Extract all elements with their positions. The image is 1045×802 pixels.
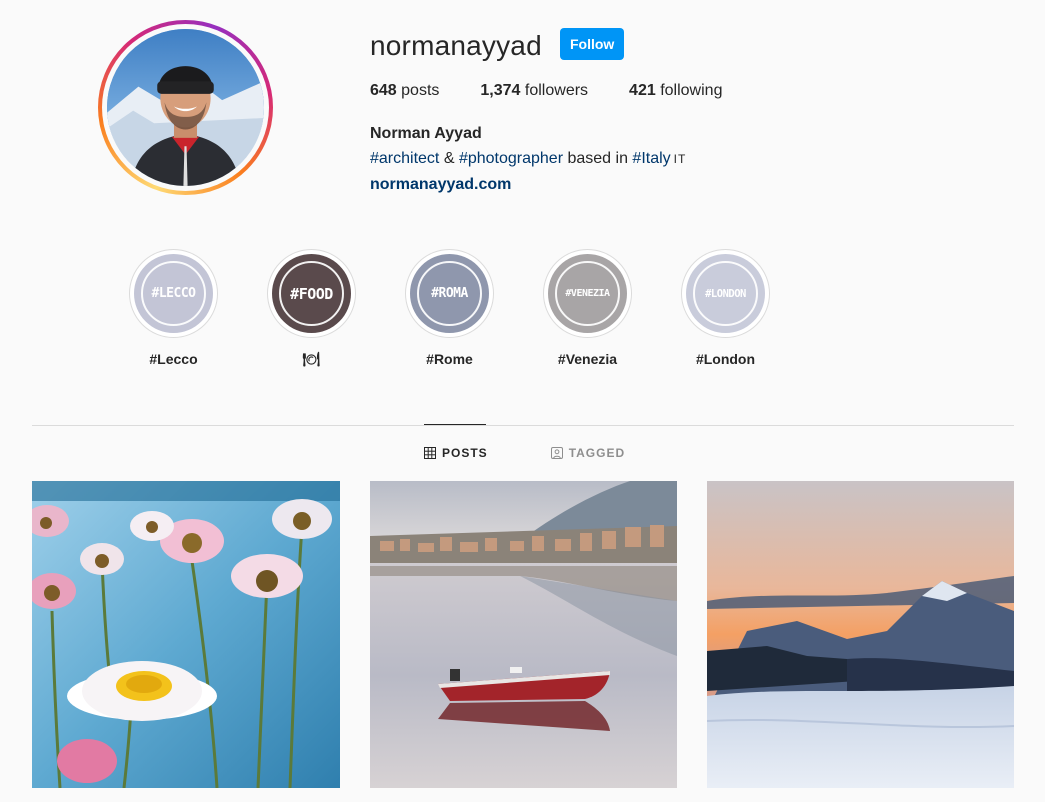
highlight-cover: #ROMA — [410, 254, 489, 333]
highlight-label-plate-icon: 🍽 — [302, 351, 321, 367]
highlight-venezia[interactable]: #VENEZIA #Venezia — [542, 249, 633, 368]
post-thumbnail-1[interactable] — [32, 481, 340, 788]
profile-stats: 648 posts 1,374 followers 421 following — [370, 82, 763, 100]
profile-username: normanayyad — [370, 30, 542, 61]
profile-bio: #architect & #photographer based in #Ita… — [370, 150, 686, 168]
followers-count[interactable]: 1,374 followers — [480, 82, 588, 100]
highlight-london[interactable]: #LONDON #London — [680, 249, 771, 368]
italy-flag-icon: IT — [673, 152, 687, 166]
highlight-cover-text: #FOOD — [279, 261, 344, 326]
highlight-label: #Venezia — [557, 351, 618, 367]
highlight-label: #Lecco — [149, 351, 198, 367]
tab-tagged[interactable]: TAGGED — [550, 446, 626, 460]
daisies-by-lake-photo — [32, 481, 340, 788]
posts-count-label: posts — [401, 82, 440, 99]
highlight-ring: #FOOD — [267, 249, 356, 338]
bio-hashtag-italy[interactable]: #Italy — [632, 150, 670, 167]
following-count-value: 421 — [629, 82, 656, 99]
highlight-cover-text: #ROMA — [417, 261, 482, 326]
highlight-cover: #VENEZIA — [548, 254, 627, 333]
red-boat-on-lake-photo — [370, 481, 677, 788]
profile-website-link[interactable]: normanayyad.com — [370, 176, 511, 194]
profile-picture-illustration — [107, 29, 264, 186]
following-count-label: following — [660, 82, 723, 99]
bio-hashtag-photographer[interactable]: #photographer — [459, 150, 563, 167]
tab-tagged-label: TAGGED — [568, 446, 626, 460]
bio-text-amp: & — [439, 150, 459, 167]
bio-hashtag-architect[interactable]: #architect — [370, 150, 439, 167]
avatar-photo — [107, 29, 264, 186]
following-count[interactable]: 421 following — [629, 82, 722, 100]
profile-full-name: Norman Ayyad — [370, 125, 482, 142]
story-highlights: #LECCO #Lecco #FOOD 🍽 #ROMA #Rome #VENEZ… — [128, 249, 818, 368]
profile-tabs: POSTS TAGGED — [424, 446, 625, 460]
highlight-cover-text: #VENEZIA — [555, 261, 620, 326]
tab-posts-label: POSTS — [442, 446, 488, 460]
post-thumbnail-2[interactable] — [370, 481, 677, 788]
highlight-ring: #VENEZIA — [543, 249, 632, 338]
active-tab-indicator — [424, 424, 486, 425]
highlight-ring: #LONDON — [681, 249, 770, 338]
snowy-mountain-sunset-photo — [707, 481, 1014, 788]
profile-avatar[interactable] — [98, 20, 273, 195]
tab-posts[interactable]: POSTS — [424, 446, 488, 460]
followers-count-value: 1,374 — [480, 82, 521, 99]
posts-count: 648 posts — [370, 82, 439, 100]
highlight-rome[interactable]: #ROMA #Rome — [404, 249, 495, 368]
avatar-border — [102, 24, 269, 191]
highlight-cover: #LECCO — [134, 254, 213, 333]
posts-count-value: 648 — [370, 82, 397, 99]
highlight-ring: #LECCO — [129, 249, 218, 338]
follow-button[interactable]: Follow — [560, 28, 625, 60]
highlight-cover-text: #LONDON — [693, 261, 758, 326]
highlight-cover: #FOOD — [272, 254, 351, 333]
tagged-person-icon — [550, 447, 563, 459]
highlight-label: #Rome — [426, 351, 473, 367]
highlight-label: #London — [695, 351, 756, 367]
highlight-cover: #LONDON — [686, 254, 765, 333]
followers-count-label: followers — [524, 82, 589, 99]
highlight-food[interactable]: #FOOD 🍽 — [266, 249, 357, 368]
bio-text-based-in: based in — [563, 150, 633, 167]
grid-icon — [424, 447, 436, 459]
tabs-divider — [32, 425, 1014, 426]
highlight-cover-text: #LECCO — [141, 261, 206, 326]
highlight-lecco[interactable]: #LECCO #Lecco — [128, 249, 219, 368]
post-thumbnail-3[interactable] — [707, 481, 1014, 788]
highlight-ring: #ROMA — [405, 249, 494, 338]
